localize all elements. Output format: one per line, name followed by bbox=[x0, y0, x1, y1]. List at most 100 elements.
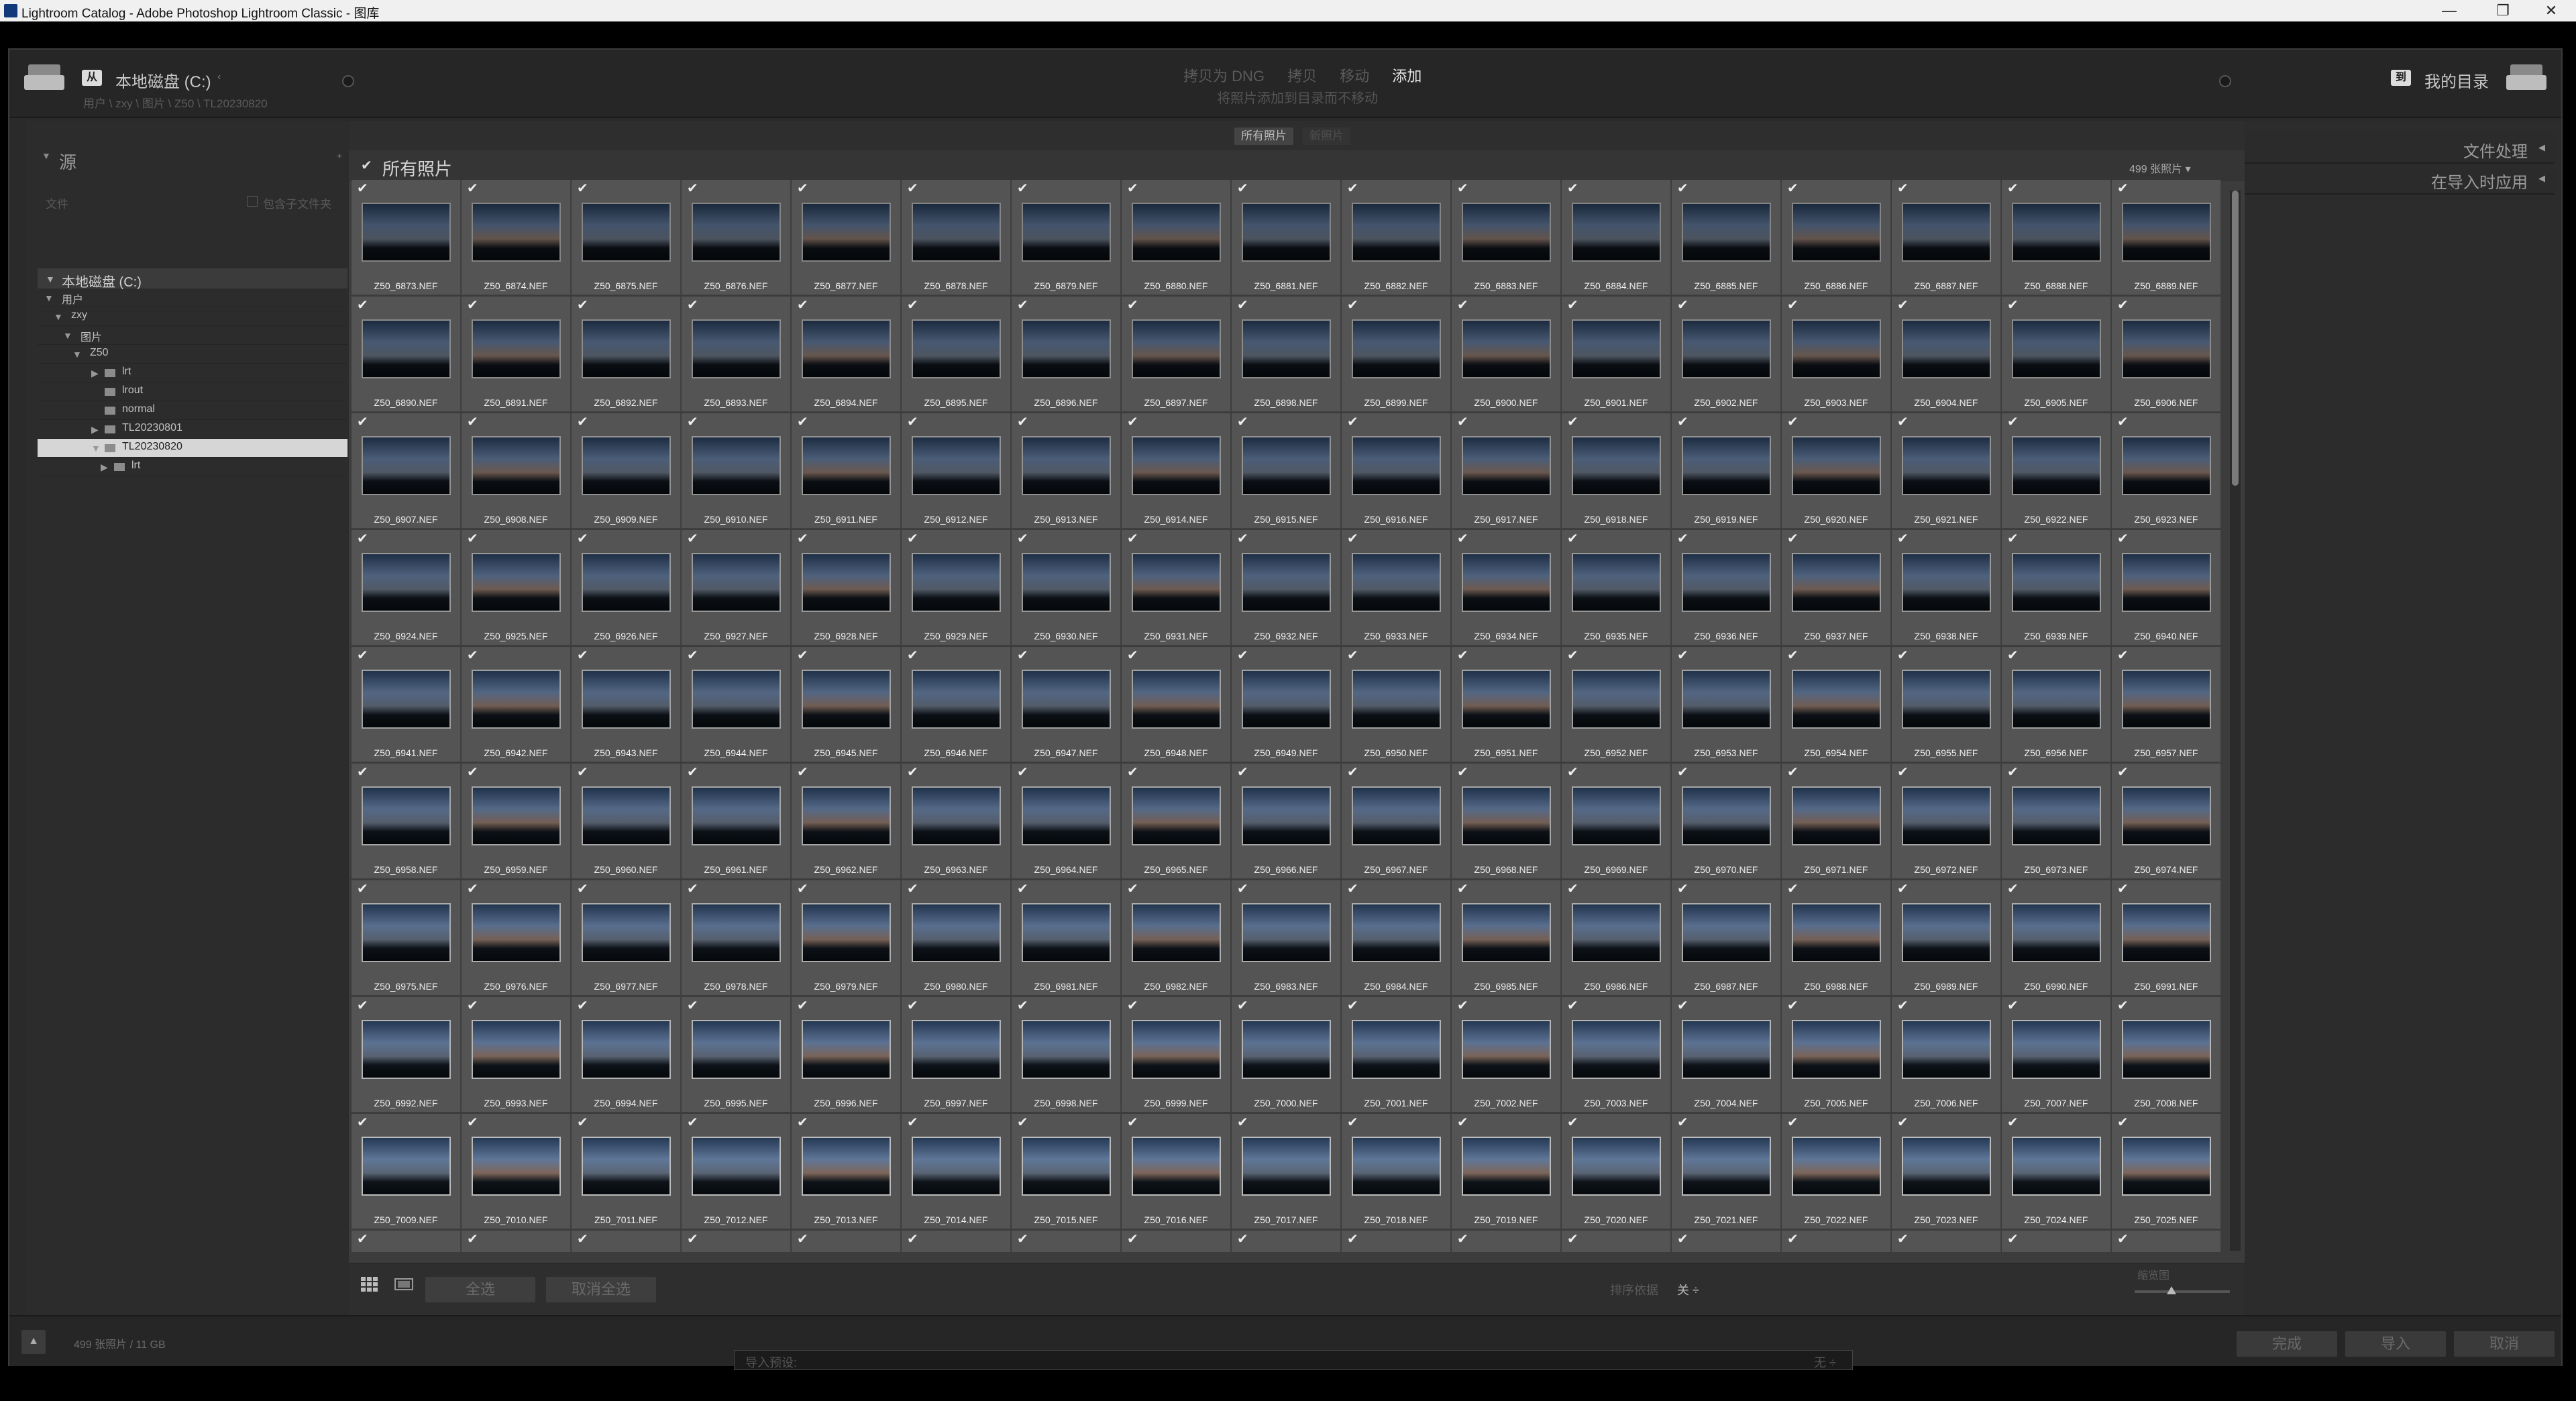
photo-thumbnail[interactable] bbox=[582, 903, 671, 962]
photo-thumbnail[interactable] bbox=[692, 1020, 781, 1079]
photo-thumbnail[interactable] bbox=[1352, 553, 1441, 612]
photo-checkbox-icon[interactable]: ✔ bbox=[357, 880, 368, 897]
photo-thumbnail[interactable] bbox=[472, 786, 561, 845]
photo-cell[interactable]: ✔ Z50_6930.NEF bbox=[1012, 530, 1121, 645]
photo-checkbox-icon[interactable]: ✔ bbox=[1127, 1231, 1138, 1247]
photo-cell[interactable]: ✔ Z50_7009.NEF bbox=[352, 1114, 461, 1229]
photo-thumbnail[interactable] bbox=[1352, 1020, 1441, 1079]
photo-thumbnail[interactable] bbox=[1352, 670, 1441, 729]
photo-cell[interactable]: ✔ Z50_7025.NEF bbox=[2112, 1114, 2221, 1229]
photo-cell[interactable]: ✔ Z50_6883.NEF bbox=[1452, 180, 1561, 295]
photo-thumbnail[interactable] bbox=[1462, 1020, 1551, 1079]
photo-thumbnail[interactable] bbox=[1682, 786, 1771, 845]
photo-cell[interactable]: ✔ Z50_6922.NEF bbox=[2002, 413, 2111, 529]
photo-checkbox-icon[interactable]: ✔ bbox=[1787, 1231, 1799, 1247]
photo-checkbox-icon[interactable]: ✔ bbox=[1897, 297, 1909, 313]
photo-checkbox-icon[interactable]: ✔ bbox=[797, 1114, 808, 1131]
photo-cell[interactable]: ✔ Z50_6878.NEF bbox=[902, 180, 1011, 295]
select-all-checkmark-icon[interactable]: ✔ bbox=[361, 157, 372, 174]
photo-checkbox-icon[interactable]: ✔ bbox=[1457, 880, 1468, 897]
photo-cell[interactable]: ✔Z50_7027.NEF bbox=[462, 1231, 571, 1252]
photo-cell[interactable]: ✔ Z50_6937.NEF bbox=[1782, 530, 1891, 645]
photo-checkbox-icon[interactable]: ✔ bbox=[2007, 1114, 2019, 1131]
photo-thumbnail[interactable] bbox=[362, 670, 451, 729]
photo-thumbnail[interactable] bbox=[692, 903, 781, 962]
photo-cell[interactable]: ✔ Z50_6896.NEF bbox=[1012, 297, 1121, 412]
photo-thumbnail[interactable] bbox=[1572, 903, 1661, 962]
photo-cell[interactable]: ✔ Z50_6935.NEF bbox=[1562, 530, 1671, 645]
photo-checkbox-icon[interactable]: ✔ bbox=[1347, 530, 1358, 547]
photo-cell[interactable]: ✔ Z50_6966.NEF bbox=[1232, 764, 1341, 879]
include-subfolders-label[interactable]: 包含子文件夹 bbox=[263, 195, 331, 211]
photo-thumbnail[interactable] bbox=[802, 436, 891, 495]
photo-cell[interactable]: ✔ Z50_6902.NEF bbox=[1672, 297, 1781, 412]
photo-checkbox-icon[interactable]: ✔ bbox=[1897, 1231, 1909, 1247]
photo-cell[interactable]: ✔ Z50_6926.NEF bbox=[572, 530, 681, 645]
photo-thumbnail[interactable] bbox=[1902, 670, 1991, 729]
section-apply-during-import[interactable]: 在导入时应用 ◀ bbox=[2245, 164, 2555, 195]
photo-cell[interactable]: ✔ Z50_6889.NEF bbox=[2112, 180, 2221, 295]
photo-thumbnail[interactable] bbox=[472, 670, 561, 729]
photo-cell[interactable]: ✔ Z50_6963.NEF bbox=[902, 764, 1011, 879]
photo-checkbox-icon[interactable]: ✔ bbox=[2007, 297, 2019, 313]
photo-thumbnail[interactable] bbox=[2012, 553, 2101, 612]
photo-checkbox-icon[interactable]: ✔ bbox=[1237, 997, 1248, 1014]
photo-checkbox-icon[interactable]: ✔ bbox=[1127, 1114, 1138, 1131]
photo-cell[interactable]: ✔ Z50_6931.NEF bbox=[1122, 530, 1231, 645]
photo-cell[interactable]: ✔ Z50_7008.NEF bbox=[2112, 997, 2221, 1112]
photo-cell[interactable]: ✔ Z50_6898.NEF bbox=[1232, 297, 1341, 412]
photo-cell[interactable]: ✔ Z50_6940.NEF bbox=[2112, 530, 2221, 645]
photo-checkbox-icon[interactable]: ✔ bbox=[577, 413, 588, 430]
photo-thumbnail[interactable] bbox=[1792, 1020, 1881, 1079]
photo-checkbox-icon[interactable]: ✔ bbox=[1017, 1114, 1028, 1131]
photo-checkbox-icon[interactable]: ✔ bbox=[797, 530, 808, 547]
photo-cell[interactable]: ✔ Z50_7019.NEF bbox=[1452, 1114, 1561, 1229]
photo-thumbnail[interactable] bbox=[472, 903, 561, 962]
photo-checkbox-icon[interactable]: ✔ bbox=[1127, 180, 1138, 197]
photo-thumbnail[interactable] bbox=[1682, 319, 1771, 378]
photo-checkbox-icon[interactable]: ✔ bbox=[1897, 764, 1909, 780]
tab-new-photos[interactable]: 新照片 bbox=[1303, 127, 1350, 145]
photo-checkbox-icon[interactable]: ✔ bbox=[1897, 997, 1909, 1014]
photo-cell[interactable]: ✔ Z50_6952.NEF bbox=[1562, 647, 1671, 762]
photo-thumbnail[interactable] bbox=[912, 553, 1001, 612]
photo-checkbox-icon[interactable]: ✔ bbox=[687, 764, 698, 780]
photo-thumbnail[interactable] bbox=[2012, 1137, 2101, 1196]
photo-checkbox-icon[interactable]: ✔ bbox=[1457, 997, 1468, 1014]
photo-thumbnail[interactable] bbox=[912, 903, 1001, 962]
photo-thumbnail[interactable] bbox=[1682, 553, 1771, 612]
photo-thumbnail[interactable] bbox=[1242, 436, 1331, 495]
photo-thumbnail[interactable] bbox=[1792, 319, 1881, 378]
photo-cell[interactable]: ✔ Z50_6989.NEF bbox=[1892, 880, 2001, 996]
photo-thumbnail[interactable] bbox=[692, 786, 781, 845]
photo-checkbox-icon[interactable]: ✔ bbox=[2007, 530, 2019, 547]
photo-cell[interactable]: ✔ Z50_7023.NEF bbox=[1892, 1114, 2001, 1229]
photo-thumbnail[interactable] bbox=[1462, 903, 1551, 962]
photo-thumbnail[interactable] bbox=[2012, 786, 2101, 845]
photo-cell[interactable]: ✔ Z50_6929.NEF bbox=[902, 530, 1011, 645]
photo-cell[interactable]: ✔Z50_7032.NEF bbox=[1012, 1231, 1121, 1252]
photo-cell[interactable]: ✔ Z50_6955.NEF bbox=[1892, 647, 2001, 762]
photo-cell[interactable]: ✔ Z50_6972.NEF bbox=[1892, 764, 2001, 879]
photo-thumbnail[interactable] bbox=[1792, 670, 1881, 729]
done-button[interactable]: 完成 bbox=[2237, 1331, 2337, 1357]
photo-checkbox-icon[interactable]: ✔ bbox=[1457, 413, 1468, 430]
collapsed-triangle-icon[interactable]: ▶ bbox=[91, 424, 99, 435]
photo-checkbox-icon[interactable]: ✔ bbox=[797, 647, 808, 664]
photo-thumbnail[interactable] bbox=[1572, 436, 1661, 495]
photo-cell[interactable]: ✔ Z50_6990.NEF bbox=[2002, 880, 2111, 996]
photo-checkbox-icon[interactable]: ✔ bbox=[1127, 997, 1138, 1014]
photo-cell[interactable]: ✔ Z50_7001.NEF bbox=[1342, 997, 1451, 1112]
photo-cell[interactable]: ✔ Z50_6924.NEF bbox=[352, 530, 461, 645]
photo-checkbox-icon[interactable]: ✔ bbox=[2117, 764, 2129, 780]
photo-cell[interactable]: ✔ Z50_6877.NEF bbox=[792, 180, 901, 295]
photo-thumbnail[interactable] bbox=[1462, 1137, 1551, 1196]
photo-cell[interactable]: ✔ Z50_6939.NEF bbox=[2002, 530, 2111, 645]
folder-item[interactable]: ▶ lrt bbox=[38, 458, 347, 476]
photo-checkbox-icon[interactable]: ✔ bbox=[1017, 997, 1028, 1014]
photo-thumbnail[interactable] bbox=[1022, 553, 1111, 612]
photo-cell[interactable]: ✔ Z50_6971.NEF bbox=[1782, 764, 1891, 879]
photo-thumbnail[interactable] bbox=[472, 1137, 561, 1196]
photo-cell[interactable]: ✔ Z50_6945.NEF bbox=[792, 647, 901, 762]
photo-thumbnail[interactable] bbox=[1462, 436, 1551, 495]
